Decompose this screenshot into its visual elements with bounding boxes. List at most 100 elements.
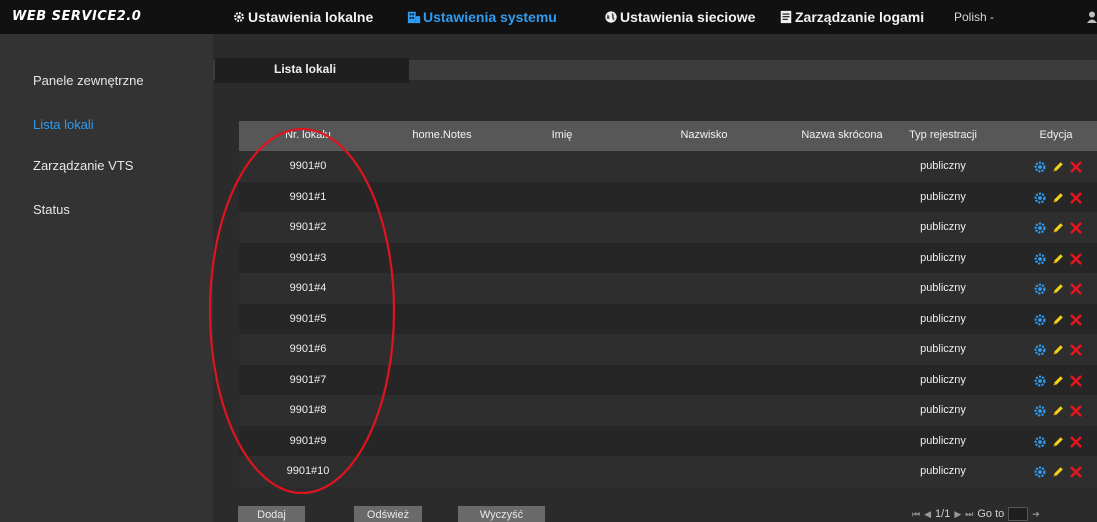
cell-room-number: 9901#4 (289, 282, 327, 294)
top-nav-bar: WEB SERVICE2.0 Ustawienia lokalne Ustawie… (0, 0, 1097, 34)
gear-icon[interactable] (1033, 373, 1047, 387)
cell-room-number: 9901#0 (289, 160, 327, 172)
gear-icon[interactable] (1033, 464, 1047, 478)
pencil-icon[interactable] (1051, 251, 1065, 265)
delete-x-icon[interactable] (1069, 220, 1083, 234)
gear-icon[interactable] (1033, 190, 1047, 204)
cell-room-number: 9901#2 (289, 221, 327, 233)
delete-x-icon[interactable] (1069, 281, 1083, 295)
column-header-short-name: Nazwa skrócona (801, 129, 883, 141)
row-actions (1033, 373, 1083, 387)
cell-room-number: 9901#6 (289, 343, 327, 355)
cell-room-number: 9901#10 (286, 465, 330, 477)
tab-room-list[interactable]: Lista lokali (215, 58, 409, 83)
row-actions (1033, 434, 1083, 448)
pencil-icon[interactable] (1051, 373, 1065, 387)
goto-confirm-icon[interactable]: ➔ (1032, 509, 1040, 520)
gear-icon[interactable] (1033, 159, 1047, 173)
user-icon[interactable] (1087, 11, 1097, 23)
table-row: 9901#2 publiczny (239, 212, 1097, 243)
delete-x-icon[interactable] (1069, 342, 1083, 356)
delete-x-icon[interactable] (1069, 464, 1083, 478)
goto-label: Go to (977, 508, 1005, 520)
nav-tab-log-management[interactable]: Zarządzanie logami (779, 0, 924, 34)
row-actions (1033, 342, 1083, 356)
nav-tab-label: Ustawienia lokalne (248, 9, 374, 25)
next-page-icon[interactable]: ▶ (954, 509, 961, 520)
delete-x-icon[interactable] (1069, 190, 1083, 204)
delete-x-icon[interactable] (1069, 373, 1083, 387)
pencil-icon[interactable] (1051, 220, 1065, 234)
row-actions (1033, 464, 1083, 478)
gear-icon[interactable] (1033, 251, 1047, 265)
table-row: 9901#5 publiczny (239, 303, 1097, 334)
first-page-icon[interactable]: ⏮ (912, 509, 920, 520)
nav-tab-system-settings[interactable]: Ustawienia systemu (407, 0, 557, 34)
cell-room-number: 9901#1 (289, 190, 327, 203)
refresh-button[interactable]: Odśwież (354, 506, 422, 522)
delete-x-icon[interactable] (1069, 251, 1083, 265)
language-selector[interactable]: Polish - (954, 0, 994, 34)
delete-x-icon[interactable] (1069, 312, 1083, 326)
cell-registration-type: publiczny (920, 404, 966, 416)
cell-room-number: 9901#8 (289, 404, 327, 416)
row-actions (1033, 281, 1083, 295)
cell-room-number: 9901#5 (289, 312, 327, 325)
delete-x-icon[interactable] (1069, 403, 1083, 417)
gear-icon[interactable] (1033, 220, 1047, 234)
cell-registration-type: publiczny (920, 282, 966, 294)
goto-page-input[interactable] (1008, 507, 1029, 521)
cell-registration-type: publiczny (920, 221, 966, 233)
nav-tab-label: Zarządzanie logami (795, 9, 925, 25)
row-actions (1033, 251, 1083, 265)
gear-icon[interactable] (1033, 403, 1047, 417)
delete-x-icon[interactable] (1069, 434, 1083, 448)
delete-x-icon[interactable] (1069, 159, 1083, 173)
nav-tab-network-settings[interactable]: Ustawienia sieciowe (604, 0, 755, 34)
gear-icon (232, 10, 246, 24)
clear-button[interactable]: Wyczyść (458, 506, 545, 522)
sidebar-item-outdoor-panels[interactable]: Panele zewnętrzne (33, 73, 144, 88)
gear-icon[interactable] (1033, 434, 1047, 448)
gear-icon[interactable] (1033, 342, 1047, 356)
table-row: 9901#7 publiczny (239, 364, 1097, 395)
gear-icon[interactable] (1033, 281, 1047, 295)
row-actions (1033, 190, 1083, 204)
table-row: 9901#3 publiczny (239, 242, 1097, 273)
pencil-icon[interactable] (1051, 342, 1065, 356)
cell-registration-type: publiczny (920, 312, 966, 325)
cell-room-number: 9901#7 (289, 373, 327, 386)
add-button[interactable]: Dodaj (238, 506, 305, 522)
table-row: 9901#4 publiczny (239, 273, 1097, 304)
last-page-icon[interactable]: ⏭ (965, 509, 973, 520)
nav-tab-local-settings[interactable]: Ustawienia lokalne (232, 0, 373, 34)
pencil-icon[interactable] (1051, 281, 1065, 295)
cell-room-number: 9901#3 (289, 251, 327, 264)
sidebar-item-status[interactable]: Status (33, 202, 70, 217)
pencil-icon[interactable] (1051, 403, 1065, 417)
row-actions (1033, 403, 1083, 417)
pencil-icon[interactable] (1051, 312, 1065, 326)
table-row: 9901#9 publiczny (239, 425, 1097, 456)
pencil-icon[interactable] (1051, 434, 1065, 448)
previous-page-icon[interactable]: ◀ (924, 509, 931, 520)
cell-registration-type: publiczny (920, 190, 966, 203)
pencil-icon[interactable] (1051, 464, 1065, 478)
table-row: 9901#0 publiczny (239, 151, 1097, 182)
cell-registration-type: publiczny (920, 160, 966, 172)
table-row: 9901#6 publiczny (239, 334, 1097, 365)
pencil-icon[interactable] (1051, 159, 1065, 173)
sidebar-item-room-list[interactable]: Lista lokali (33, 117, 94, 132)
table-row: 9901#8 publiczny (239, 395, 1097, 426)
table-header: Nr. lokalu home.Notes Imię Nazwisko Nazw… (239, 121, 1097, 151)
column-header-registration-type: Typ rejestracji (909, 129, 977, 141)
row-actions (1033, 220, 1083, 234)
sidebar-item-vts-management[interactable]: Zarządzanie VTS (33, 158, 133, 173)
brand-logo: WEB SERVICE2.0 (12, 9, 142, 24)
gear-icon[interactable] (1033, 312, 1047, 326)
column-header-last-name: Nazwisko (680, 129, 728, 141)
pencil-icon[interactable] (1051, 190, 1065, 204)
nav-tab-label: Ustawienia sieciowe (620, 9, 756, 25)
row-actions (1033, 159, 1083, 173)
building-icon (407, 10, 421, 24)
